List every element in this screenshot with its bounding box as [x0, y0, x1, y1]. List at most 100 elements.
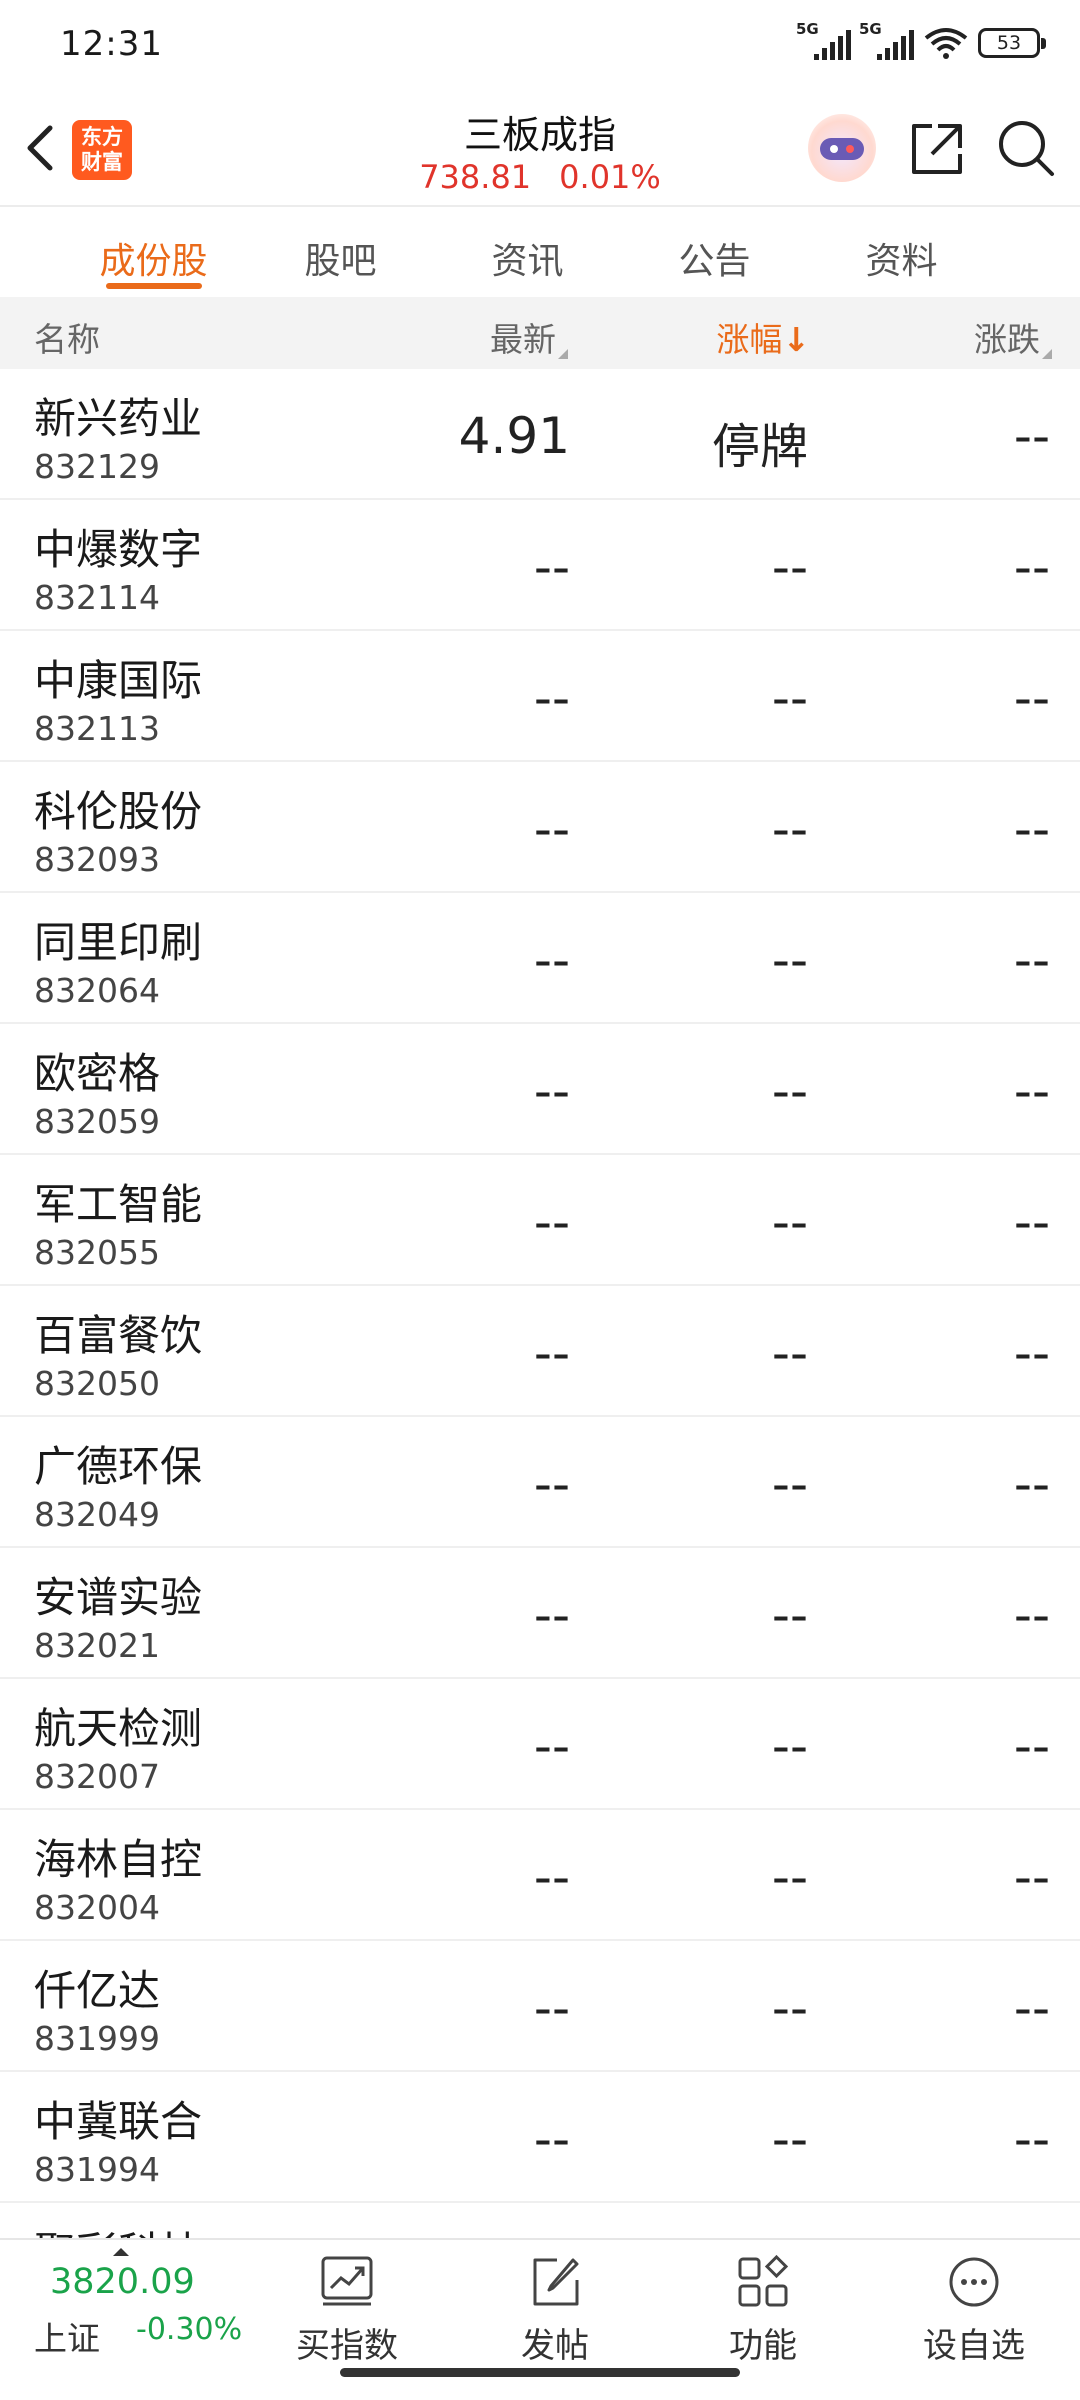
column-name: 名称: [34, 320, 100, 359]
stock-name: 中冀联合: [34, 2097, 203, 2146]
table-row[interactable]: 中冀联合 831994 -- -- --: [0, 2072, 1080, 2203]
stock-code: 832114: [34, 578, 160, 617]
table-row[interactable]: 欧密格 832059 -- -- --: [0, 1024, 1080, 1155]
stock-name: 仟亿达: [34, 1966, 161, 2015]
network-type-label-2: 5G: [859, 20, 882, 38]
signal-icon-2: 5G: [859, 20, 914, 60]
stock-change: --: [1013, 1586, 1050, 1644]
stock-code: 832064: [34, 971, 160, 1010]
stock-change-pct: --: [771, 1193, 808, 1251]
table-header: 名称 最新 涨幅↓ 涨跌: [0, 297, 1080, 369]
tab-1[interactable]: 股吧: [247, 207, 434, 297]
stock-change: --: [1013, 2110, 1050, 2168]
sort-triangle-icon: [1042, 349, 1052, 359]
table-row[interactable]: 海林自控 832004 -- -- --: [0, 1810, 1080, 1941]
search-icon[interactable]: [996, 118, 1056, 178]
stock-last-price: --: [533, 669, 570, 727]
stock-change: --: [1013, 1717, 1050, 1775]
stock-name: 新兴药业: [34, 394, 203, 443]
stock-name: 航天检测: [34, 1704, 203, 1753]
stock-change-pct: --: [771, 538, 808, 596]
tab-2[interactable]: 资讯: [434, 207, 621, 297]
table-row[interactable]: 安谱实验 832021 -- -- --: [0, 1548, 1080, 1679]
share-icon[interactable]: [908, 120, 966, 178]
expand-caret-icon: [113, 2248, 129, 2256]
grid-apps-icon: [738, 2254, 789, 2307]
table-row[interactable]: 航天检测 832007 -- -- --: [0, 1679, 1080, 1810]
table-row[interactable]: 中爆数字 832114 -- -- --: [0, 500, 1080, 631]
stock-name: 欧密格: [34, 1049, 161, 1098]
stock-last-price: --: [533, 1193, 570, 1251]
stock-change-pct: --: [771, 1848, 808, 1906]
stock-last-price: --: [533, 1324, 570, 1382]
nav-bar: 东方 财富 三板成指 738.81 0.01%: [0, 90, 1080, 207]
column-change-pct-label: 涨幅: [716, 320, 783, 359]
table-row[interactable]: 中康国际 832113 -- -- --: [0, 631, 1080, 762]
stock-code: 832055: [34, 1233, 160, 1272]
column-change-sort[interactable]: 涨跌: [974, 313, 1052, 361]
stock-last-price: --: [533, 2110, 570, 2168]
stock-last-price: 4.91: [458, 407, 570, 465]
stock-change-pct: 停牌: [711, 419, 808, 475]
more-dots-icon: [949, 2257, 999, 2307]
stock-code: 832113: [34, 709, 160, 748]
stock-change-pct: --: [771, 1717, 808, 1775]
wifi-icon: [924, 28, 968, 59]
stock-name: 中康国际: [34, 656, 203, 705]
home-indicator[interactable]: [340, 2368, 740, 2377]
stock-change: --: [1013, 1324, 1050, 1382]
status-bar: 12:31 5G 5G 53: [0, 0, 1080, 90]
functions-button[interactable]: 功能: [688, 2254, 838, 2367]
table-row[interactable]: 广德环保 832049 -- -- --: [0, 1417, 1080, 1548]
table-row[interactable]: 仟亿达 831999 -- -- --: [0, 1941, 1080, 2072]
table-row[interactable]: 同里印刷 832064 -- -- --: [0, 893, 1080, 1024]
stock-change-pct: --: [771, 1455, 808, 1513]
stock-change-pct: --: [771, 1324, 808, 1382]
column-change-pct-sort[interactable]: 涨幅↓: [716, 313, 810, 361]
tab-4[interactable]: 资料: [808, 207, 995, 297]
tab-0[interactable]: 成份股: [60, 207, 247, 297]
add-watchlist-label: 设自选: [923, 2326, 1025, 2366]
stock-change-pct: --: [771, 669, 808, 727]
stock-list: 新兴药业 832129 4.91 停牌 -- 中爆数字 832114 -- -- -- 中康国际 83…: [0, 369, 1080, 2334]
table-row[interactable]: 新兴药业 832129 4.91 停牌 --: [0, 369, 1080, 500]
stock-change-pct: --: [771, 931, 808, 989]
stock-code: 832050: [34, 1364, 160, 1403]
stock-name: 安谱实验: [34, 1573, 203, 1622]
status-time: 12:31: [60, 24, 163, 64]
stock-name: 军工智能: [34, 1180, 203, 1229]
stock-last-price: --: [533, 800, 570, 858]
stock-change: --: [1013, 1455, 1050, 1513]
table-row[interactable]: 科伦股份 832093 -- -- --: [0, 762, 1080, 893]
column-last-sort[interactable]: 最新: [490, 313, 568, 361]
index-change: 0.01%: [559, 158, 661, 196]
post-button[interactable]: 发帖: [480, 2254, 630, 2367]
stock-change: --: [1013, 669, 1050, 727]
network-type-label: 5G: [796, 20, 819, 38]
stock-change: --: [1013, 800, 1050, 858]
table-row[interactable]: 军工智能 832055 -- -- --: [0, 1155, 1080, 1286]
stock-last-price: --: [533, 1717, 570, 1775]
ticker-name: 上证: [34, 2319, 100, 2358]
stock-change: --: [1013, 1979, 1050, 2037]
assistant-avatar[interactable]: [808, 114, 876, 182]
battery-icon: 53: [978, 28, 1046, 58]
table-row[interactable]: 百富餐饮 832050 -- -- --: [0, 1286, 1080, 1417]
column-change-label: 涨跌: [974, 320, 1040, 359]
stock-change: --: [1013, 1062, 1050, 1120]
stock-last-price: --: [533, 1979, 570, 2037]
sort-triangle-icon: [558, 349, 568, 359]
stock-name: 百富餐饮: [34, 1311, 203, 1360]
sort-down-arrow-icon: ↓: [782, 320, 810, 359]
post-label: 发帖: [521, 2326, 589, 2366]
stock-name: 海林自控: [34, 1835, 203, 1884]
add-watchlist-button[interactable]: 设自选: [899, 2254, 1049, 2367]
stock-name: 科伦股份: [34, 787, 203, 836]
tab-3[interactable]: 公告: [621, 207, 808, 297]
stock-change: --: [1013, 407, 1050, 465]
stock-last-price: --: [533, 538, 570, 596]
stock-change-pct: --: [771, 1979, 808, 2037]
buy-index-button[interactable]: 买指数: [272, 2254, 422, 2367]
stock-code: 832129: [34, 447, 160, 486]
functions-label: 功能: [729, 2326, 797, 2366]
